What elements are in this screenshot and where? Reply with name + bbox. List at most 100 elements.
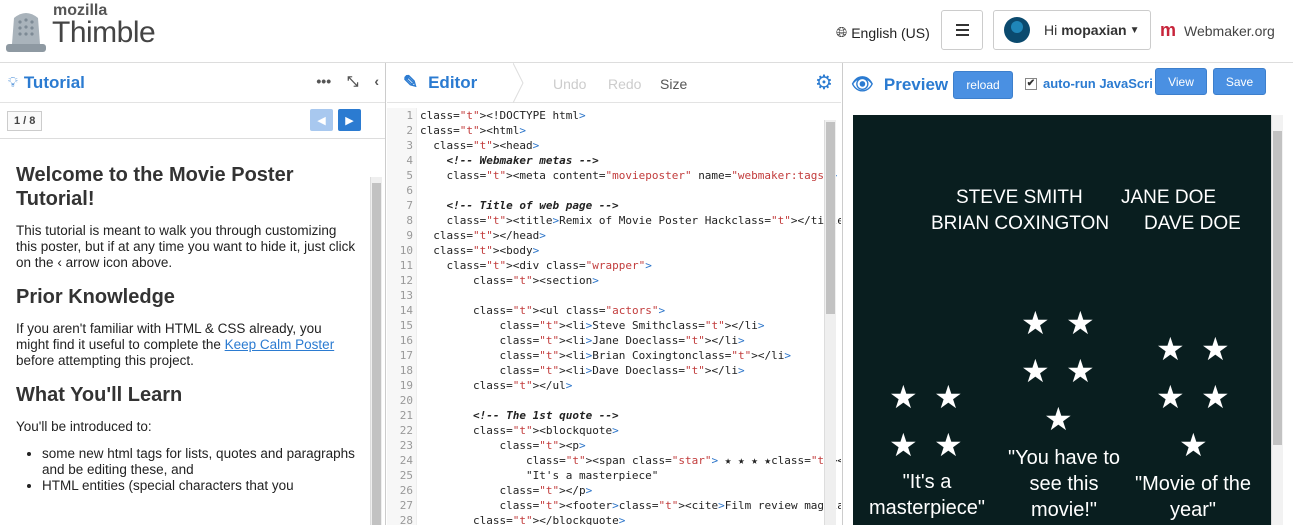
reload-button[interactable]: reload xyxy=(953,71,1013,99)
code-line[interactable]: 15 class="t"><li>Steve Smithclass="t"></… xyxy=(387,318,827,333)
tutorial-heading-prior: Prior Knowledge xyxy=(16,286,175,308)
editor-pane: ✎ Editor Undo Redo Size ⚙ 1 class="t"><!D… xyxy=(387,63,841,525)
thimble-logo[interactable] xyxy=(4,6,48,54)
code-text: class="t"><li>Jane Doeclass="t"></li> xyxy=(499,334,745,347)
username: mopaxian xyxy=(1061,22,1127,38)
line-number: 13 xyxy=(399,289,413,302)
more-icon[interactable]: ••• xyxy=(316,73,331,90)
code-line[interactable]: 1 class="t"><!DOCTYPE html> xyxy=(387,108,827,123)
code-line[interactable]: 28 class="t"></blockquote> xyxy=(387,513,827,525)
code-text: <!-- The 1st quote --> xyxy=(420,409,619,422)
code-editor[interactable]: 1 class="t"><!DOCTYPE html> 2 class="t"><ht… xyxy=(387,108,841,525)
actor-name: STEVE SMITH xyxy=(956,187,1083,208)
code-line[interactable]: 4 <!-- Webmaker metas --> xyxy=(387,153,827,168)
line-number: 26 xyxy=(399,484,413,497)
scrollbar-thumb[interactable] xyxy=(826,122,835,314)
hide-tutorial-chevron-icon[interactable]: ‹ xyxy=(374,73,379,90)
page-indicator: 1 / 8 xyxy=(7,111,43,131)
code-line[interactable]: 10 class="t"><body> xyxy=(387,243,827,258)
checkbox[interactable]: ✔ xyxy=(1025,77,1037,90)
code-line[interactable]: 13 xyxy=(387,288,827,303)
line-number: 2 xyxy=(406,124,413,137)
code-line[interactable]: 22 class="t"><blockquote> xyxy=(387,423,827,438)
line-number: 7 xyxy=(406,199,413,212)
font-size-button[interactable]: Size xyxy=(660,76,687,92)
editor-scrollbar[interactable] xyxy=(824,120,836,525)
code-line[interactable]: 23 class="t"><p> xyxy=(387,438,827,453)
code-line[interactable]: 21 <!-- The 1st quote --> xyxy=(387,408,827,423)
scrollbar-thumb[interactable] xyxy=(1273,131,1282,445)
code-line[interactable]: 16 class="t"><li>Jane Doeclass="t"></li> xyxy=(387,333,827,348)
code-line[interactable]: 11 class="t"><div class="wrapper"> xyxy=(387,258,827,273)
user-menu-button[interactable]: Hi mopaxian ▼ xyxy=(993,10,1151,50)
code-text: class="t"><div class="wrapper"> xyxy=(446,259,652,272)
avatar xyxy=(1004,17,1030,43)
code-line[interactable]: 9 class="t"></head> xyxy=(387,228,827,243)
tutorial-heading-welcome: Welcome to the Movie Poster Tutorial! xyxy=(16,164,294,210)
save-button[interactable]: Save xyxy=(1213,68,1266,95)
code-line[interactable]: 17 class="t"><li>Brian Coxingtonclass="t… xyxy=(387,348,827,363)
code-line[interactable]: 18 class="t"><li>Dave Doeclass="t"></li> xyxy=(387,363,827,378)
prev-page-button[interactable]: ◀ xyxy=(310,109,333,131)
code-line[interactable]: 20 xyxy=(387,393,827,408)
tutorial-learn-intro: You'll be introduced to: xyxy=(16,419,152,434)
quote-text: "It's a masterpiece" xyxy=(868,471,986,519)
redo-button[interactable]: Redo xyxy=(608,76,641,92)
star-icon: ★ xyxy=(1066,353,1095,389)
brand-thimble[interactable]: Thimble xyxy=(52,16,156,50)
code-text: class="t"><li>Steve Smithclass="t"></li> xyxy=(499,319,765,332)
next-page-button[interactable]: ▶ xyxy=(338,109,361,131)
webmaker-link[interactable]: m Webmaker.org xyxy=(1160,20,1275,41)
tutorial-scrollbar[interactable] xyxy=(370,177,382,525)
code-text: "It's a masterpiece" xyxy=(420,469,659,482)
code-text: class="t"></blockquote> xyxy=(472,514,626,525)
preview-scrollbar[interactable] xyxy=(1271,115,1283,525)
code-line[interactable]: 25 "It's a masterpiece" xyxy=(387,468,827,483)
line-number: 10 xyxy=(399,244,413,257)
autorun-toggle[interactable]: ✔ auto-run JavaScri xyxy=(1025,76,1153,91)
star-icon: ★ xyxy=(934,379,963,415)
scrollbar-thumb[interactable] xyxy=(372,183,381,525)
star-icon: ★ xyxy=(1044,401,1073,437)
lightbulb-icon: 💡︎ xyxy=(8,74,18,90)
keep-calm-link[interactable]: Keep Calm Poster xyxy=(225,337,335,352)
code-text: class="t"></head> xyxy=(433,229,546,242)
code-text: class="t"><li>Brian Coxingtonclass="t"><… xyxy=(499,349,791,362)
star-icon: ★ xyxy=(934,427,963,463)
code-line[interactable]: 12 class="t"><section> xyxy=(387,273,827,288)
line-number: 15 xyxy=(399,319,413,332)
gear-icon[interactable]: ⚙ xyxy=(815,73,833,93)
code-text: class="t"><html> xyxy=(420,124,526,137)
code-text: class="t"><li>Dave Doeclass="t"></li> xyxy=(499,364,745,377)
code-line[interactable]: 2 class="t"><html> xyxy=(387,123,827,138)
code-line[interactable]: 8 class="t"><title>Remix of Movie Poster… xyxy=(387,213,841,228)
code-line[interactable]: 6 xyxy=(387,183,827,198)
webmaker-label: Webmaker.org xyxy=(1184,22,1275,39)
preview-title: 👁︎ Preview xyxy=(851,74,949,94)
code-text: class="t"><span class="star"> ★ ★ ★ ★cla… xyxy=(525,454,841,467)
preview-pane: 👁︎ Preview reload ✔ auto-run JavaScri Vi… xyxy=(842,63,1293,525)
code-text: class="t"></p> xyxy=(499,484,593,497)
code-line[interactable]: 26 class="t"></p> xyxy=(387,483,827,498)
code-text: class="t"><p> xyxy=(499,439,586,452)
globe-icon: 🌐︎ xyxy=(836,24,848,40)
code-line[interactable]: 7 <!-- Title of web page --> xyxy=(387,198,827,213)
menu-button[interactable] xyxy=(941,10,983,50)
code-text: class="t"><footer>class="t"><cite>Film r… xyxy=(499,499,841,512)
actor-name: BRIAN COXINGTON xyxy=(931,213,1110,234)
view-button[interactable]: View xyxy=(1155,68,1207,95)
code-line[interactable]: 14 class="t"><ul class="actors"> xyxy=(387,303,827,318)
tutorial-tools: ••• ⤡ ‹ xyxy=(316,73,379,90)
tutorial-pane: 💡︎ Tutorial ••• ⤡ ‹ 1 / 8 ◀ ▶ Welcome to… xyxy=(0,63,386,525)
language-selector[interactable]: 🌐︎ English (US) xyxy=(836,24,930,41)
code-line[interactable]: 3 class="t"><head> xyxy=(387,138,827,153)
star-icon: ★ xyxy=(1179,427,1208,463)
code-line[interactable]: 24 class="t"><span class="star"> ★ ★ ★ ★… xyxy=(387,453,841,468)
undo-button[interactable]: Undo xyxy=(553,76,586,92)
code-line[interactable]: 19 class="t"></ul> xyxy=(387,378,827,393)
code-line[interactable]: 5 class="t"><meta content="movieposter" … xyxy=(387,168,837,183)
collapse-icon[interactable]: ⤡ xyxy=(347,73,358,90)
code-text: class="t"><blockquote> xyxy=(472,424,619,437)
code-line[interactable]: 27 class="t"><footer>class="t"><cite>Fil… xyxy=(387,498,841,513)
line-number: 23 xyxy=(399,439,413,452)
